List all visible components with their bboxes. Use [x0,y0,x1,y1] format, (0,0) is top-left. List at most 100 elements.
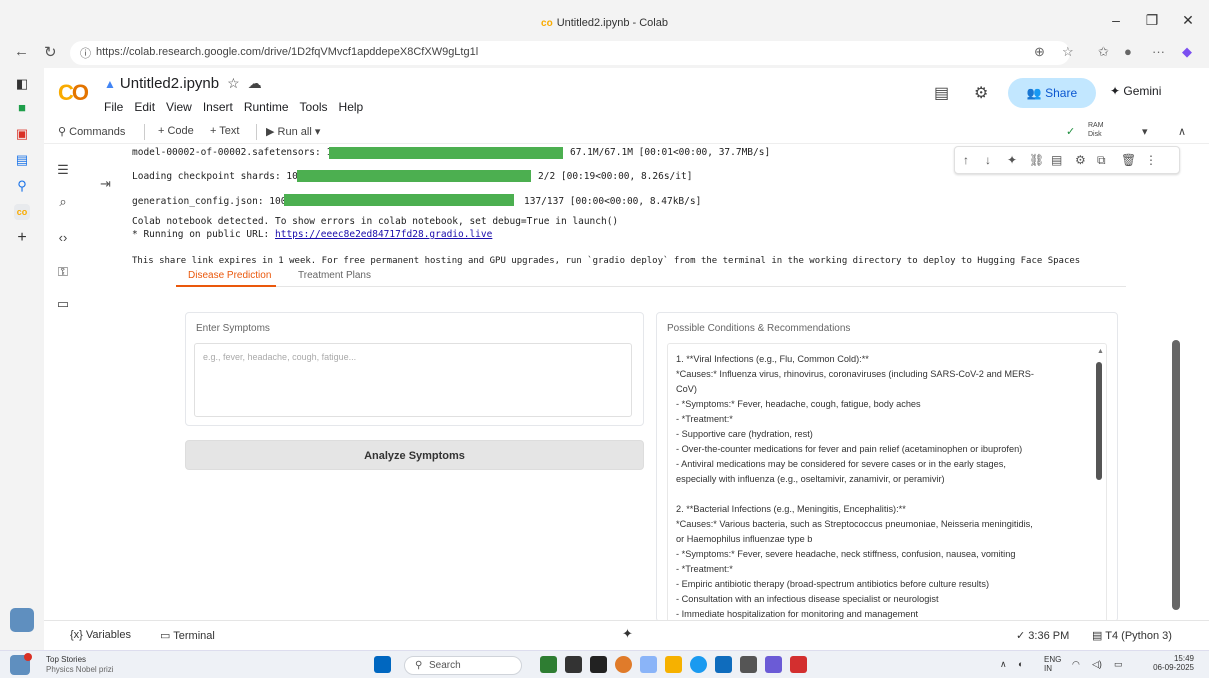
output-scrollbar[interactable] [1096,362,1102,480]
language-indicator[interactable]: ENG IN [1044,655,1061,673]
more-vert-icon[interactable]: ⋮ [1145,153,1157,167]
extension-green-icon[interactable]: ■ [14,100,30,116]
tab-treatment-plans[interactable]: Treatment Plans [298,270,371,281]
comment-icon[interactable]: ▤ [1051,153,1062,167]
output-toggle-icon[interactable]: ⇥ [100,176,111,192]
news-title[interactable]: Top Stories [46,655,86,664]
gradio-public-link[interactable]: https://eeec8e2ed84717fd28.gradio.live [275,229,492,240]
tray-chevron-icon[interactable]: ∧ [1000,659,1007,670]
close-window-button[interactable]: ✕ [1176,12,1200,29]
profile-icon[interactable]: ● [1124,44,1132,59]
favorites-icon[interactable]: ✩ [1098,44,1109,60]
wifi-icon[interactable]: ◠ [1072,659,1080,670]
app-icon[interactable] [590,656,607,673]
notebook-scrollbar[interactable] [1172,340,1180,610]
link-icon[interactable]: ⛓ [1029,153,1044,167]
menu-tools[interactable]: Tools [300,100,328,114]
taskbar-search[interactable]: ⚲ Search [404,656,522,675]
app-icon[interactable] [740,656,757,673]
more-options-icon[interactable]: ··· [1152,44,1165,59]
execution-status[interactable]: ✓ 3:36 PM [1016,629,1069,642]
runtime-dropdown-icon[interactable]: ▾ [1142,125,1148,138]
move-down-icon[interactable]: ↓ [985,153,991,167]
menu-help[interactable]: Help [339,100,364,114]
comments-icon[interactable]: ▤ [934,83,949,103]
maximize-button[interactable]: ❐ [1140,12,1164,29]
conditions-output[interactable]: 1. **Viral Infections (e.g., Flu, Common… [667,343,1107,620]
menu-edit[interactable]: Edit [134,100,155,114]
output-line: - Consultation with an infectious diseas… [676,594,939,604]
minimize-button[interactable]: – [1104,12,1128,28]
delete-icon[interactable]: 🗑 [1121,153,1136,167]
ram-icon: ▤ [1092,630,1106,642]
menu-runtime[interactable]: Runtime [244,100,289,114]
url-bar[interactable]: ⓘ https://colab.research.google.com/driv… [70,41,1070,65]
copilot-icon[interactable]: ◆ [1182,44,1192,60]
settings-gear-icon[interactable]: ⚙ [974,83,988,103]
commands-button[interactable]: ⚲ Commands [58,125,125,138]
site-info-icon[interactable]: ⓘ [80,45,91,61]
colab-tab-icon[interactable]: co [14,204,30,220]
variables-button[interactable]: {x} Variables [70,629,131,641]
window-title-bar: co Untitled2.ipynb - Colab – ❐ ✕ [0,0,1209,38]
zoom-icon[interactable]: ⊕ [1034,44,1045,60]
add-code-button[interactable]: + Code [158,125,194,137]
output-line: 2. **Bacterial Infections (e.g., Meningi… [676,504,906,514]
app-icon[interactable] [640,656,657,673]
clock[interactable]: 15:49 06-09-2025 [1144,654,1194,672]
star-icon[interactable]: ☆ [227,75,240,91]
menu-file[interactable]: File [104,100,123,114]
add-text-button[interactable]: + Text [210,125,239,137]
runtime-status[interactable]: ▤ T4 (Python 3) [1092,629,1172,642]
store-icon[interactable] [715,656,732,673]
tabs-icon[interactable]: ◧ [14,76,30,92]
cell-settings-icon[interactable]: ⚙ [1075,153,1086,167]
notebook-toolbar: ⚲ Commands + Code + Text ▶ Run all ▾ ✓ R… [44,120,1209,144]
extension-blue-icon[interactable]: ▤ [14,152,30,168]
battery-icon[interactable]: ▭ [1114,659,1123,670]
notebook-title[interactable]: ▲ Untitled2.ipynb ☆ ☁ [104,75,262,92]
resource-monitor[interactable]: RAM Disk [1088,121,1104,139]
analyze-symptoms-button[interactable]: Analyze Symptoms [185,440,644,470]
search-icon[interactable]: ⚲ [14,178,30,194]
back-icon[interactable]: ← [14,43,29,60]
collapse-toolbar-icon[interactable]: ∧ [1178,125,1186,138]
colab-logo[interactable]: CO [58,80,89,106]
extension-red-icon[interactable]: ▣ [14,126,30,142]
task-view-icon[interactable] [565,656,582,673]
terminal-button[interactable]: ▭ Terminal [160,629,215,642]
tray-app-icon[interactable]: ◐ [1018,659,1023,669]
file-explorer-icon[interactable] [665,656,682,673]
code-snippets-icon[interactable]: ‹› [54,230,72,245]
start-windows-icon[interactable] [374,656,391,673]
app-icon[interactable] [540,656,557,673]
app-icon[interactable] [615,656,632,673]
menu-view[interactable]: View [166,100,192,114]
share-button[interactable]: 👥 Share [1008,78,1096,108]
colab-favicon: co [541,18,553,29]
app-icon[interactable] [10,608,34,632]
menu-insert[interactable]: Insert [203,100,233,114]
files-folder-icon[interactable]: ▭ [54,296,72,312]
table-of-contents-icon[interactable]: ☰ [54,162,72,178]
run-all-button[interactable]: ▶ Run all ▾ [266,125,320,138]
gemini-status-icon[interactable]: ✦ [622,626,633,642]
find-replace-icon[interactable]: ⌕ [54,194,72,210]
edge-browser-icon[interactable] [690,656,707,673]
move-up-icon[interactable]: ↑ [963,153,969,167]
refresh-icon[interactable]: ↻ [44,43,57,61]
gemini-button[interactable]: ✦ Gemini [1110,84,1161,98]
tab-disease-prediction[interactable]: Disease Prediction [188,270,271,281]
app-icon[interactable] [790,656,807,673]
symptoms-input[interactable]: e.g., fever, headache, cough, fatigue... [194,343,632,417]
add-icon[interactable]: + [14,230,30,246]
app-icon[interactable] [765,656,782,673]
scroll-up-arrow-icon[interactable]: ▲ [1097,346,1104,357]
mirror-cell-icon[interactable]: ⧉ [1097,153,1106,168]
favorite-star-icon[interactable]: ☆ [1062,44,1074,60]
secrets-key-icon[interactable]: ⚿ [54,264,72,280]
play-icon: ▶ [266,126,278,138]
output-line-public-url: * Running on public URL: https://eeec8e2… [132,229,493,240]
gemini-cell-icon[interactable]: ✦ [1007,153,1017,167]
volume-icon[interactable]: ◁) [1092,659,1102,670]
